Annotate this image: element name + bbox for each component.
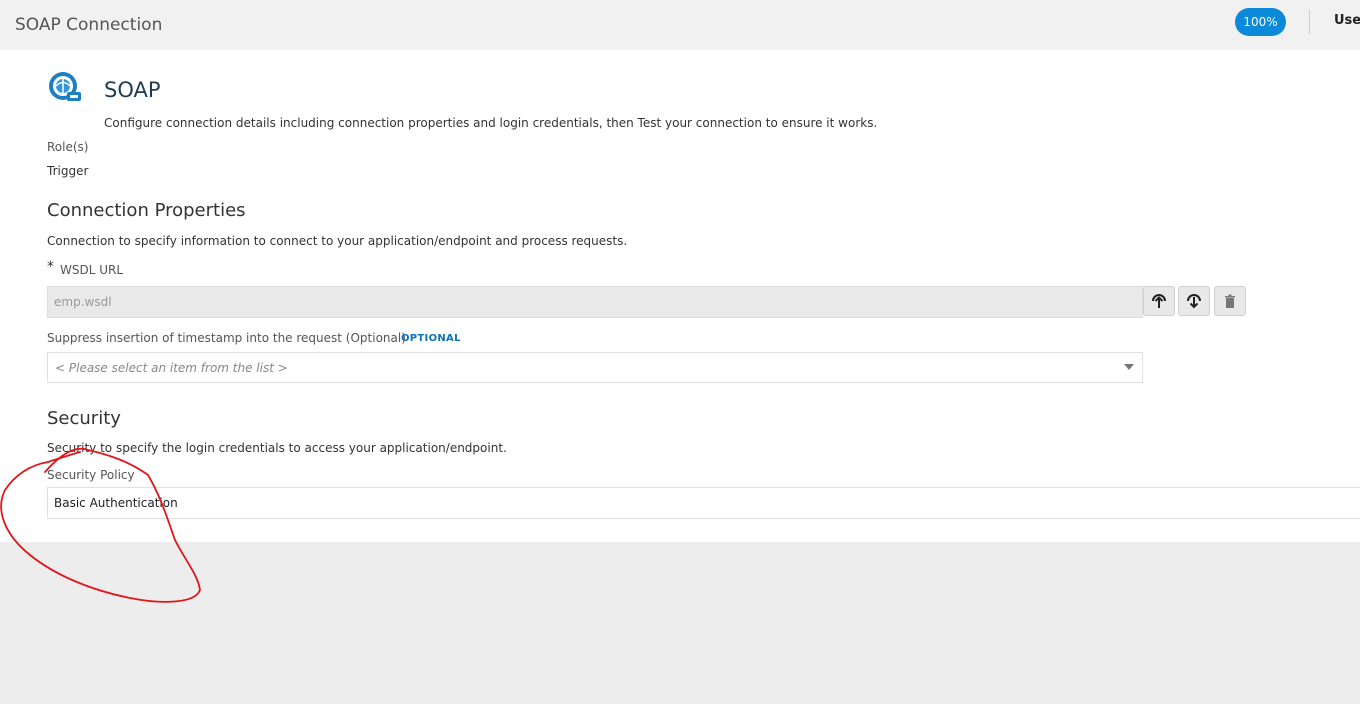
download-wsdl-button[interactable] <box>1178 286 1210 316</box>
required-asterisk: * <box>47 259 54 275</box>
soap-adapter-icon <box>49 72 81 101</box>
header-divider <box>1309 10 1310 34</box>
connection-properties-heading: Connection Properties <box>47 200 246 221</box>
wsdl-url-input[interactable]: emp.wsdl <box>47 286 1143 318</box>
timestamp-label: Suppress insertion of timestamp into the… <box>47 331 406 345</box>
chevron-down-icon <box>1124 364 1134 370</box>
delete-wsdl-button[interactable] <box>1214 286 1246 316</box>
page-title: SOAP Connection <box>15 15 163 35</box>
optional-tag: OPTIONAL <box>401 333 461 344</box>
top-bar: SOAP Connection 100% Used <box>0 0 1360 50</box>
upload-wsdl-button[interactable] <box>1143 286 1175 316</box>
progress-badge[interactable]: 100% <box>1235 8 1286 36</box>
used-label: Used <box>1334 13 1360 28</box>
security-heading: Security <box>47 408 121 429</box>
select-placeholder: < Please select an item from the list > <box>55 361 288 375</box>
security-policy-label: Security Policy <box>47 468 135 482</box>
roles-value: Trigger <box>47 164 89 178</box>
wsdl-url-label: WSDL URL <box>60 263 124 277</box>
adapter-name: SOAP <box>104 78 161 102</box>
trash-icon <box>1225 294 1235 308</box>
download-icon <box>1187 294 1201 309</box>
timestamp-select[interactable]: < Please select an item from the list > <box>47 352 1143 383</box>
adapter-description: Configure connection details including c… <box>104 116 878 130</box>
upload-icon <box>1152 294 1166 308</box>
security-policy-select[interactable]: Basic Authentication <box>47 487 1360 519</box>
connection-properties-description: Connection to specify information to con… <box>47 234 628 248</box>
security-description: Security to specify the login credential… <box>47 441 507 455</box>
roles-label: Role(s) <box>47 140 89 154</box>
